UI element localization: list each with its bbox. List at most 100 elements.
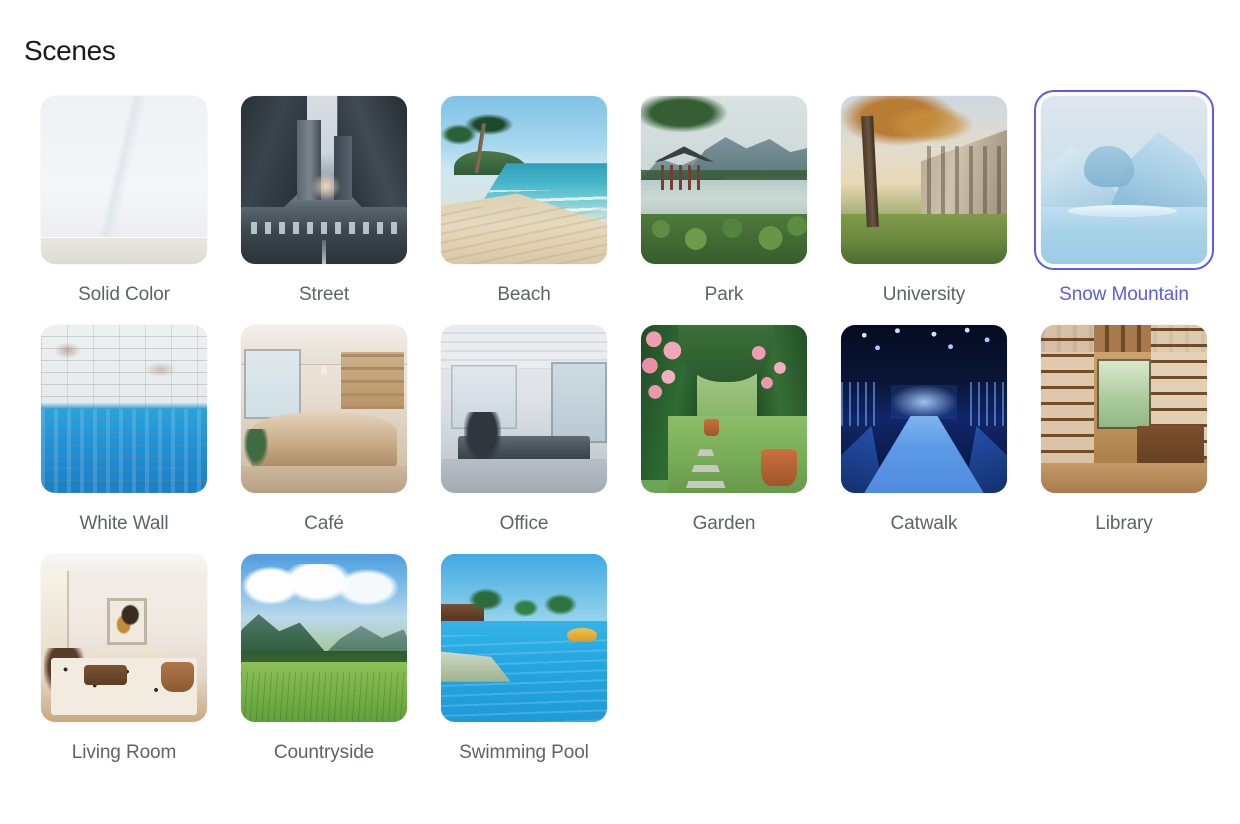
scene-label: Library xyxy=(1095,513,1153,534)
scene-thumb-frame[interactable] xyxy=(434,319,614,499)
page-title: Scenes xyxy=(24,35,116,66)
scene-thumb-frame[interactable] xyxy=(234,548,414,728)
thumb-layer xyxy=(241,614,331,659)
scene-label: Garden xyxy=(692,513,756,534)
thumb-layer xyxy=(567,627,598,642)
scene-thumb-frame[interactable] xyxy=(834,90,1014,270)
scene-label: Catwalk xyxy=(890,513,958,534)
scene-thumbnail[interactable] xyxy=(441,96,607,264)
thumb-layer xyxy=(340,351,404,409)
scene-thumbnail[interactable] xyxy=(1041,325,1207,493)
scene-thumbnail[interactable] xyxy=(41,96,207,264)
thumb-layer xyxy=(244,429,268,467)
scene-item-university[interactable]: University xyxy=(824,90,1024,307)
scene-thumb-frame[interactable] xyxy=(834,319,1014,499)
scene-thumbnail[interactable] xyxy=(441,325,607,493)
thumb-layer xyxy=(250,222,398,234)
thumb-layer xyxy=(241,671,407,722)
scene-item-office[interactable]: Office xyxy=(424,319,624,536)
scene-item-white-wall[interactable]: White Wall xyxy=(24,319,224,536)
thumb-layer xyxy=(41,237,207,264)
thumb-layer xyxy=(740,338,801,406)
thumb-layer xyxy=(507,590,544,625)
scene-selection-ring[interactable] xyxy=(1034,90,1214,270)
scene-item-swimming-pool[interactable]: Swimming Pool xyxy=(424,548,624,765)
thumb-layer xyxy=(760,449,798,487)
scene-item-caf-[interactable]: Café xyxy=(224,319,424,536)
scene-thumbnail[interactable] xyxy=(241,554,407,722)
thumb-layer xyxy=(841,325,1007,383)
thumb-layer xyxy=(441,206,607,264)
scene-thumbnail[interactable] xyxy=(641,325,807,493)
scene-label: Swimming Pool xyxy=(459,742,589,763)
scene-label: White Wall xyxy=(79,513,169,534)
thumb-layer xyxy=(250,412,398,470)
scene-thumb-frame[interactable] xyxy=(34,319,214,499)
thumb-layer xyxy=(641,96,748,140)
scene-thumb-frame[interactable] xyxy=(34,548,214,728)
thumb-layer xyxy=(241,466,407,493)
scene-item-countryside[interactable]: Countryside xyxy=(224,548,424,765)
scene-label: Living Room xyxy=(71,742,177,763)
thumb-layer xyxy=(41,409,207,493)
thumb-layer xyxy=(320,365,328,379)
scene-thumb-frame[interactable] xyxy=(234,319,414,499)
thumb-layer xyxy=(641,213,807,264)
scene-thumb-frame[interactable] xyxy=(634,90,814,270)
scene-item-snow-mountain[interactable]: Snow Mountain xyxy=(1024,90,1224,307)
scene-label: Beach xyxy=(497,284,551,305)
scene-thumbnail[interactable] xyxy=(841,325,1007,493)
scene-label: Snow Mountain xyxy=(1059,284,1189,305)
scene-label: Solid Color xyxy=(78,284,170,305)
thumb-layer xyxy=(537,584,584,625)
scene-thumbnail[interactable] xyxy=(241,325,407,493)
thumb-layer xyxy=(660,164,706,191)
thumb-layer xyxy=(704,419,720,436)
scene-thumbnail[interactable] xyxy=(1041,96,1207,264)
scene-thumbnail[interactable] xyxy=(41,554,207,722)
thumb-layer xyxy=(841,382,878,426)
thumb-layer xyxy=(54,341,81,359)
thumb-layer xyxy=(890,385,958,420)
scene-label: Countryside xyxy=(273,742,375,763)
scene-item-street[interactable]: Street xyxy=(224,90,424,307)
scene-item-beach[interactable]: Beach xyxy=(424,90,624,307)
thumb-layer xyxy=(970,382,1007,426)
scene-thumbnail[interactable] xyxy=(41,325,207,493)
scene-thumb-frame[interactable] xyxy=(634,319,814,499)
scene-item-library[interactable]: Library xyxy=(1024,319,1224,536)
thumb-layer xyxy=(641,328,705,423)
thumb-layer xyxy=(870,99,991,150)
thumb-layer xyxy=(460,577,511,622)
scene-thumbnail[interactable] xyxy=(441,554,607,722)
thumb-layer xyxy=(441,459,607,493)
thumb-layer xyxy=(84,664,128,686)
scene-label: Café xyxy=(304,513,344,534)
scene-thumb-frame[interactable] xyxy=(234,90,414,270)
thumb-layer xyxy=(1041,325,1095,470)
thumb-layer xyxy=(114,604,141,637)
scene-thumb-frame[interactable] xyxy=(434,90,614,270)
scene-item-garden[interactable]: Garden xyxy=(624,319,824,536)
scenes-page: Scenes Solid Color Street Beach Park Univers… xyxy=(0,0,1240,765)
scene-item-solid-color[interactable]: Solid Color xyxy=(24,90,224,307)
scene-item-park[interactable]: Park xyxy=(624,90,824,307)
scene-thumb-frame[interactable] xyxy=(434,548,614,728)
thumb-layer xyxy=(321,240,327,264)
thumb-layer xyxy=(1097,358,1151,430)
scene-thumbnail[interactable] xyxy=(641,96,807,264)
scene-thumbnail[interactable] xyxy=(241,96,407,264)
scene-thumbnail[interactable] xyxy=(841,96,1007,264)
thumb-layer xyxy=(143,361,178,378)
scene-thumb-frame[interactable] xyxy=(34,90,214,270)
thumb-layer xyxy=(927,146,1004,214)
thumb-layer xyxy=(550,361,607,443)
scene-item-living-room[interactable]: Living Room xyxy=(24,548,224,765)
scene-thumb-frame[interactable] xyxy=(1034,319,1214,499)
scene-label: Park xyxy=(704,284,744,305)
thumb-layer xyxy=(1041,462,1207,493)
thumb-layer xyxy=(244,348,301,420)
scene-item-catwalk[interactable]: Catwalk xyxy=(824,319,1024,536)
thumb-layer xyxy=(1084,146,1134,187)
scene-label: Street xyxy=(298,284,350,305)
